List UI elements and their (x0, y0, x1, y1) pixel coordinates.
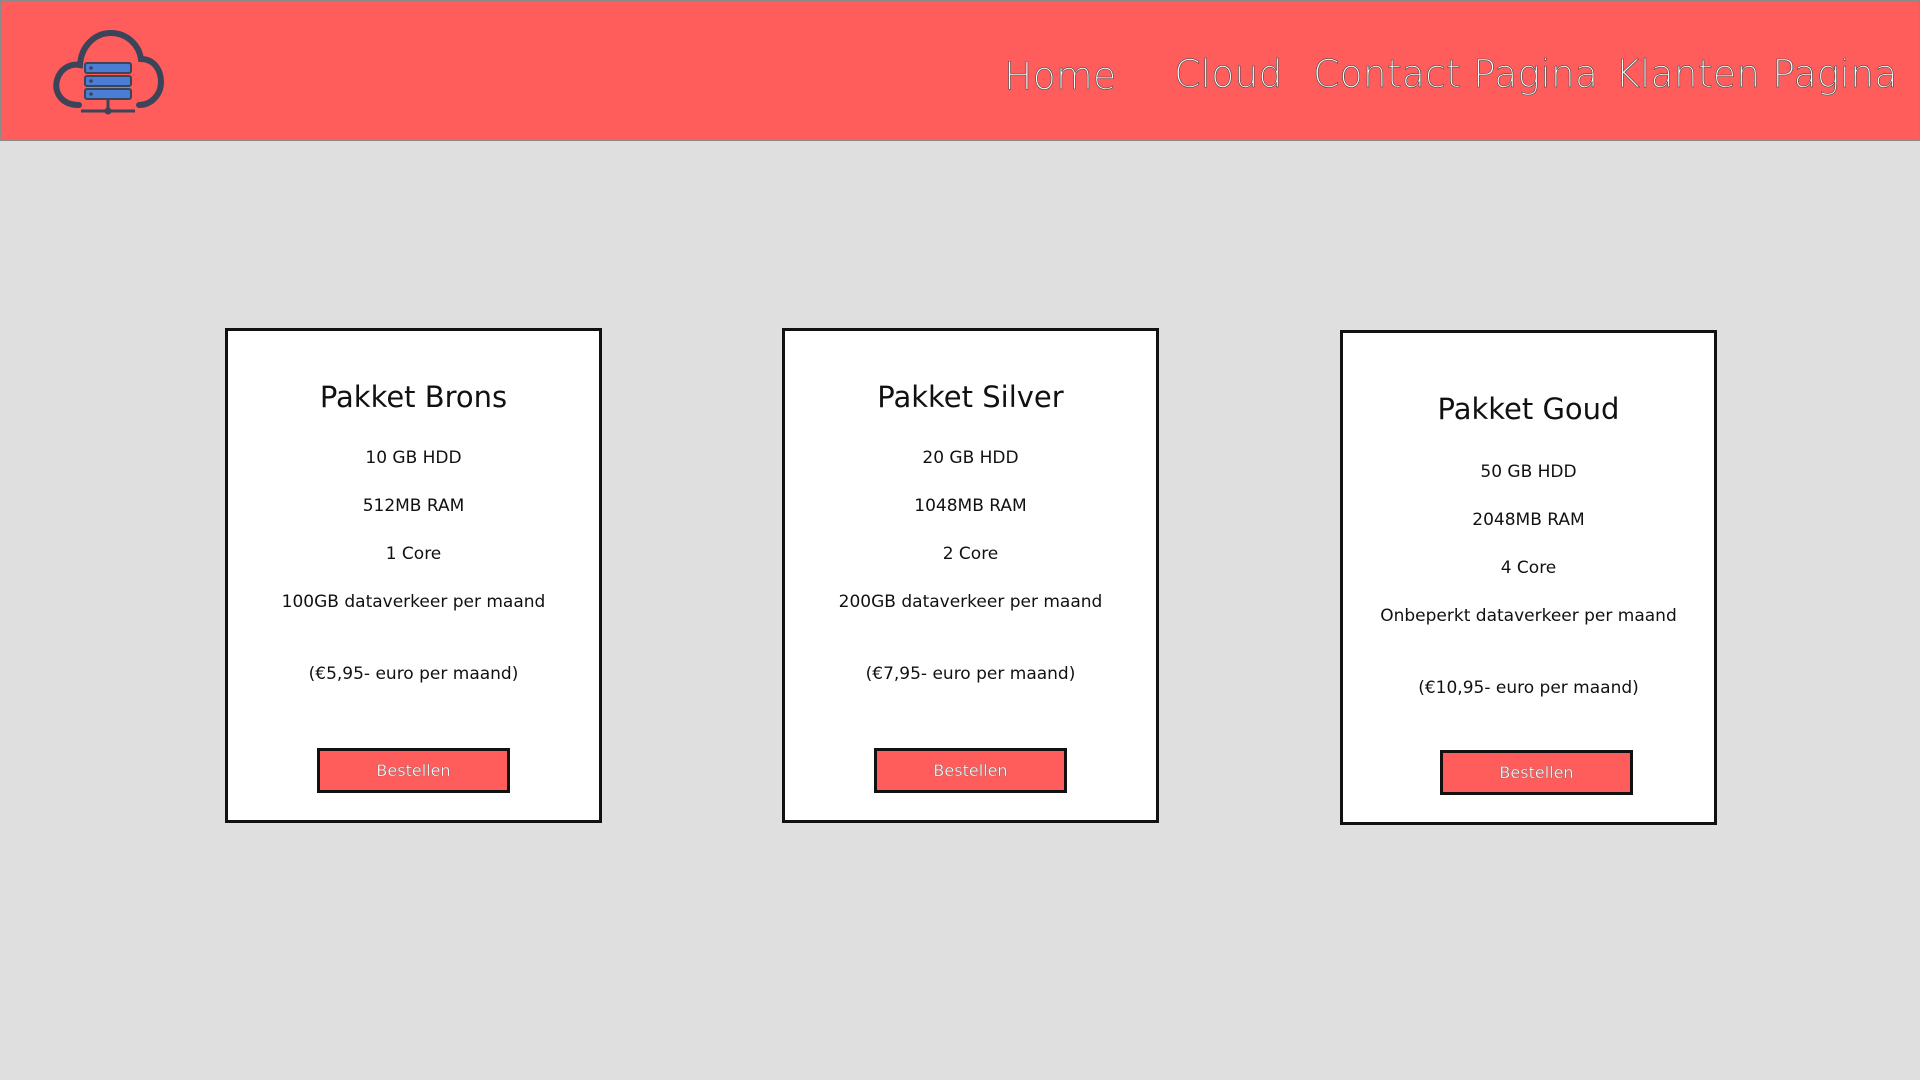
package-title: Pakket Goud (1437, 392, 1620, 426)
package-card-silver: Pakket Silver 20 GB HDD 1048MB RAM 2 Cor… (782, 328, 1159, 823)
package-traffic: 200GB dataverkeer per maand (838, 592, 1103, 612)
package-ram: 2048MB RAM (1472, 510, 1585, 530)
package-price: (€10,95- euro per maand) (1418, 678, 1639, 698)
package-cores: 4 Core (1500, 558, 1557, 578)
order-button[interactable]: Bestellen (1440, 750, 1633, 795)
site-header: Home Cloud Contact Pagina Klanten Pagina (0, 0, 1920, 141)
nav-home[interactable]: Home (1004, 51, 1117, 101)
cloud-server-icon[interactable] (51, 25, 165, 120)
package-card-brons: Pakket Brons 10 GB HDD 512MB RAM 1 Core … (225, 328, 602, 823)
package-traffic: 100GB dataverkeer per maand (281, 592, 546, 612)
package-title: Pakket Brons (319, 380, 508, 414)
package-card-goud: Pakket Goud 50 GB HDD 2048MB RAM 4 Core … (1340, 330, 1717, 825)
order-button[interactable]: Bestellen (317, 748, 510, 793)
nav-contact-pagina[interactable]: Contact Pagina (1313, 49, 1599, 99)
package-cores: 2 Core (942, 544, 999, 564)
package-cores: 1 Core (385, 544, 442, 564)
nav-cloud[interactable]: Cloud (1174, 49, 1283, 99)
package-price: (€7,95- euro per maand) (865, 664, 1076, 684)
order-button[interactable]: Bestellen (874, 748, 1067, 793)
package-storage: 10 GB HDD (365, 448, 462, 468)
package-traffic: Onbeperkt dataverkeer per maand (1380, 606, 1677, 626)
nav-klanten-pagina[interactable]: Klanten Pagina (1615, 49, 1898, 99)
package-price: (€5,95- euro per maand) (308, 664, 519, 684)
package-storage: 50 GB HDD (1480, 462, 1577, 482)
package-storage: 20 GB HDD (922, 448, 1019, 468)
package-ram: 1048MB RAM (914, 496, 1027, 516)
package-title: Pakket Silver (877, 380, 1064, 414)
package-ram: 512MB RAM (362, 496, 465, 516)
